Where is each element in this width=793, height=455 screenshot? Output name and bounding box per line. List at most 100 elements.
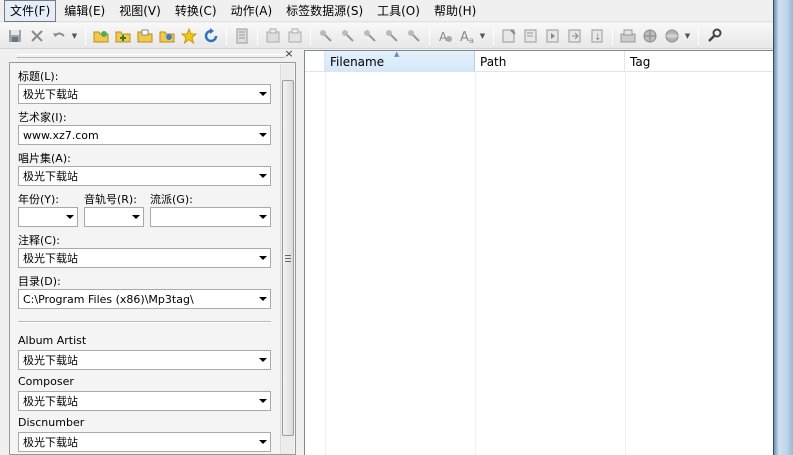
chevron-down-icon[interactable] bbox=[129, 208, 143, 226]
tag-source-icon[interactable] bbox=[661, 25, 682, 46]
autonumber-icon[interactable] bbox=[403, 25, 424, 46]
quick-actions-icon[interactable]: Aa bbox=[456, 25, 477, 46]
filename-to-tag-icon[interactable] bbox=[337, 25, 358, 46]
favorites-star-icon[interactable] bbox=[178, 25, 199, 46]
panel-divider bbox=[18, 321, 271, 323]
freedb-icon[interactable] bbox=[617, 25, 638, 46]
title-value: 极光下载站 bbox=[23, 88, 78, 101]
change-directory-icon[interactable] bbox=[90, 25, 111, 46]
tag-source-dropdown-icon[interactable]: ▼ bbox=[683, 25, 692, 46]
column-header-filename[interactable]: ▲ Filename bbox=[325, 50, 475, 72]
chevron-down-icon[interactable] bbox=[256, 85, 270, 103]
comment-field[interactable]: 极光下载站 bbox=[18, 248, 271, 268]
directory-label: 目录(D): bbox=[18, 275, 61, 288]
menu-help[interactable]: 帮助(H) bbox=[428, 0, 482, 22]
tag-panel: × 标题(L): 极光下载站 艺术家(I): www.xz7.com 唱片集(A… bbox=[5, 48, 299, 455]
copy-tag-icon[interactable] bbox=[262, 25, 283, 46]
album-artist-field[interactable]: 极光下载站 bbox=[18, 350, 271, 370]
menu-actions[interactable]: 动作(A) bbox=[225, 0, 279, 22]
chevron-down-icon[interactable] bbox=[256, 167, 270, 185]
menu-view[interactable]: 视图(V) bbox=[113, 0, 167, 22]
play-icon[interactable] bbox=[542, 25, 563, 46]
chevron-down-icon[interactable] bbox=[256, 433, 270, 451]
svg-text:A: A bbox=[460, 30, 469, 44]
save-icon[interactable] bbox=[4, 25, 25, 46]
toolbar-separator bbox=[493, 26, 494, 45]
tag-to-filename-icon[interactable] bbox=[315, 25, 336, 46]
toolbar-separator bbox=[226, 26, 227, 45]
album-artist-value: 极光下载站 bbox=[23, 354, 78, 367]
scrollbar-grip-icon bbox=[285, 254, 291, 262]
discnumber-value: 极光下载站 bbox=[23, 436, 78, 449]
extended-tags-icon[interactable] bbox=[498, 25, 519, 46]
composer-value: 极光下载站 bbox=[23, 395, 78, 408]
album-value: 极光下载站 bbox=[23, 170, 78, 183]
album-field[interactable]: 极光下载站 bbox=[18, 166, 271, 186]
export-list-icon[interactable] bbox=[564, 25, 585, 46]
track-label: 音轨号(R): bbox=[84, 193, 137, 206]
remove-tag-icon[interactable] bbox=[26, 25, 47, 46]
toolbar-separator bbox=[85, 26, 86, 45]
scrollbar-thumb[interactable] bbox=[282, 80, 294, 436]
menu-convert[interactable]: 转换(C) bbox=[169, 0, 223, 22]
undo-dropdown-icon[interactable]: ▼ bbox=[70, 25, 79, 46]
toolbar-separator bbox=[429, 26, 430, 45]
year-field[interactable] bbox=[18, 207, 78, 227]
playlist-icon[interactable] bbox=[520, 25, 541, 46]
menu-file[interactable]: 文件(F) bbox=[4, 0, 57, 22]
svg-text:A: A bbox=[439, 30, 448, 44]
chevron-down-icon[interactable] bbox=[256, 208, 270, 226]
album-label: 唱片集(A): bbox=[18, 152, 71, 165]
genre-field[interactable] bbox=[150, 207, 271, 227]
sort-ascending-icon: ▲ bbox=[394, 50, 400, 58]
tag-panel-body: 标题(L): 极光下载站 艺术家(I): www.xz7.com 唱片集(A):… bbox=[9, 62, 296, 455]
column-header-tag[interactable]: Tag bbox=[625, 51, 774, 72]
chevron-down-icon[interactable] bbox=[256, 126, 270, 144]
add-directory-icon[interactable] bbox=[112, 25, 133, 46]
menu-bar: 文件(F) 编辑(E) 视图(V) 转换(C) 动作(A) 标签数据源(S) 工… bbox=[0, 0, 780, 22]
export-icon[interactable] bbox=[156, 25, 177, 46]
column-header-status[interactable] bbox=[305, 51, 325, 72]
file-list[interactable]: ▲ Filename Path Tag bbox=[304, 50, 774, 455]
tag-panel-grip[interactable] bbox=[17, 54, 285, 58]
chevron-down-icon[interactable] bbox=[63, 208, 77, 226]
title-field[interactable]: 极光下载站 bbox=[18, 84, 271, 104]
options-wrench-icon[interactable] bbox=[703, 25, 724, 46]
track-field[interactable] bbox=[84, 207, 144, 227]
menu-tag-sources[interactable]: 标签数据源(S) bbox=[280, 0, 369, 22]
paste-tag-icon[interactable] bbox=[284, 25, 305, 46]
chevron-down-icon[interactable] bbox=[256, 392, 270, 410]
directory-field[interactable]: C:\Program Files (x86)\Mp3tag\ bbox=[18, 289, 271, 309]
toolbar: ▼ A Aa ▼ ↓ ▼ bbox=[0, 23, 780, 49]
window-frame-right bbox=[773, 0, 793, 455]
discnumber-label: Discnumber bbox=[18, 416, 85, 429]
column-gridline bbox=[325, 72, 326, 455]
tag-panel-scrollbar[interactable] bbox=[280, 64, 294, 454]
year-label: 年份(Y): bbox=[18, 193, 60, 206]
web-source-icon[interactable] bbox=[639, 25, 660, 46]
undo-icon[interactable] bbox=[48, 25, 69, 46]
text-file-to-tag-icon[interactable] bbox=[359, 25, 380, 46]
column-header-path[interactable]: Path bbox=[475, 51, 625, 72]
refresh-icon[interactable] bbox=[200, 25, 221, 46]
chevron-down-icon[interactable] bbox=[256, 249, 270, 267]
tag-panel-header: × bbox=[9, 48, 297, 62]
chevron-down-icon[interactable] bbox=[256, 290, 270, 308]
artist-field[interactable]: www.xz7.com bbox=[18, 125, 271, 145]
composer-field[interactable]: 极光下载站 bbox=[18, 391, 271, 411]
menu-edit[interactable]: 编辑(E) bbox=[58, 0, 111, 22]
chevron-down-icon[interactable] bbox=[256, 351, 270, 369]
actions-icon[interactable]: A bbox=[434, 25, 455, 46]
tag-to-tag-icon[interactable] bbox=[381, 25, 402, 46]
column-gridline bbox=[625, 72, 626, 455]
actions-dropdown-icon[interactable]: ▼ bbox=[478, 25, 487, 46]
svg-text:a: a bbox=[469, 36, 474, 44]
menu-tools[interactable]: 工具(O) bbox=[371, 0, 426, 22]
import-icon[interactable]: ↓ bbox=[586, 25, 607, 46]
tag-panel-toggle-icon[interactable] bbox=[231, 25, 252, 46]
tag-panel-close-button[interactable]: × bbox=[283, 48, 295, 60]
discnumber-field[interactable]: 极光下载站 bbox=[18, 432, 271, 452]
artist-value: www.xz7.com bbox=[23, 128, 99, 142]
save-playlist-icon[interactable] bbox=[134, 25, 155, 46]
toolbar-separator bbox=[257, 26, 258, 45]
